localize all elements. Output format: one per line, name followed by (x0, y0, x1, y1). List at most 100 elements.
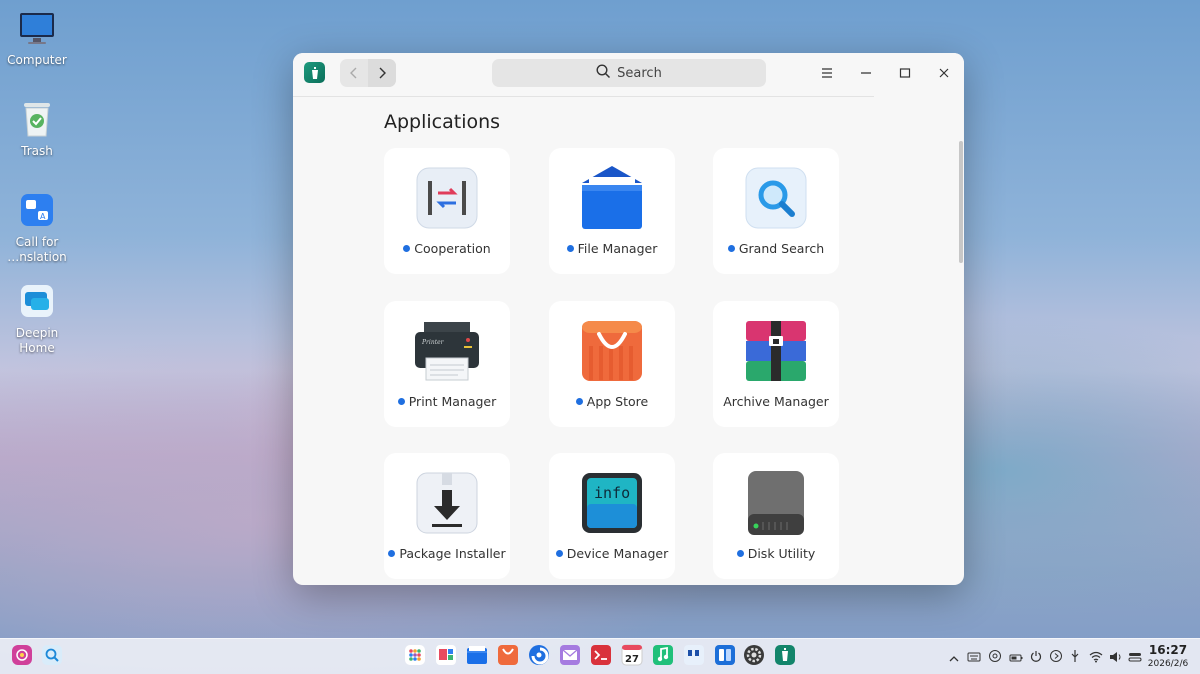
print-manager-icon: Printer (414, 318, 480, 384)
taskbar-quote-app[interactable] (682, 645, 706, 669)
taskbar-browser[interactable] (527, 645, 551, 669)
chevron-left-icon (349, 64, 359, 83)
phone-transfer-icon (714, 644, 736, 670)
app-launcher-window: Search Applications Cooperation File Man… (293, 53, 964, 585)
cooperation-icon (414, 165, 480, 231)
app-store-icon (579, 318, 645, 384)
volume-icon (1109, 648, 1123, 667)
app-card-app-store[interactable]: App Store (549, 301, 675, 427)
navigation-buttons (340, 59, 396, 87)
taskbar-file-manager[interactable] (465, 645, 489, 669)
app-card-disk-utility[interactable]: Disk Utility (713, 453, 839, 579)
tray-media[interactable] (1048, 649, 1064, 665)
desktop-label: Deepin Home (15, 326, 59, 355)
app-card-archive-manager[interactable]: Archive Manager (713, 301, 839, 427)
app-card-grand-search[interactable]: Grand Search (713, 148, 839, 274)
keyboard-icon (967, 648, 981, 667)
calendar-icon: 27 (621, 644, 643, 670)
tray-notification[interactable] (987, 649, 1003, 665)
search-input[interactable]: Search (492, 59, 766, 87)
svg-text:A: A (40, 212, 46, 221)
new-app-indicator (736, 550, 744, 557)
desktop-icon-trash[interactable]: Trash (0, 99, 74, 159)
search-icon (41, 644, 63, 670)
close-icon (938, 64, 950, 83)
file-manager-icon (579, 165, 645, 231)
translation-icon: A (17, 190, 57, 230)
chevron-up-icon (949, 648, 959, 667)
forward-button[interactable] (368, 59, 396, 87)
app-label: Package Installer (388, 546, 506, 561)
app-card-package-installer[interactable]: Package Installer (384, 453, 510, 579)
multitask-icon (435, 644, 457, 670)
new-app-indicator (575, 398, 583, 405)
clock-time: 16:27 (1148, 643, 1188, 657)
taskbar: 27 16:27 2026/2/6 (0, 638, 1200, 674)
gear-icon (743, 644, 765, 670)
app-logo-icon (304, 62, 325, 83)
desktop-label: Trash (21, 144, 53, 158)
usb-icon (1069, 648, 1081, 667)
tray-wifi[interactable] (1088, 649, 1104, 665)
mail-icon (559, 644, 581, 670)
media-icon (1049, 648, 1063, 667)
launcher-button[interactable] (10, 645, 34, 669)
taskbar-music[interactable] (651, 645, 675, 669)
minimize-button[interactable] (856, 63, 876, 83)
menu-button[interactable] (817, 63, 837, 83)
music-icon (652, 644, 674, 670)
tray-volume[interactable] (1108, 649, 1124, 665)
search-button[interactable] (40, 645, 64, 669)
tray-keyboard[interactable] (966, 649, 982, 665)
app-card-cooperation[interactable]: Cooperation (384, 148, 510, 274)
terminal-icon (590, 644, 612, 670)
app-logo-icon (774, 644, 796, 670)
tray-battery[interactable] (1008, 649, 1024, 665)
search-placeholder: Search (617, 65, 662, 81)
app-label: Grand Search (727, 241, 824, 256)
notification-icon (988, 648, 1002, 667)
clock[interactable]: 16:27 2026/2/6 (1140, 643, 1196, 670)
app-store-icon (497, 644, 519, 670)
trash-icon (17, 99, 57, 139)
app-label: App Store (575, 394, 648, 409)
taskbar-calendar[interactable]: 27 (620, 644, 644, 670)
app-card-device-manager[interactable]: info Device Manager (549, 453, 675, 579)
taskbar-terminal[interactable] (589, 645, 613, 669)
svg-text:27: 27 (625, 654, 639, 665)
tray-power[interactable] (1028, 649, 1044, 665)
app-label: Disk Utility (736, 546, 815, 561)
taskbar-device-app[interactable] (713, 645, 737, 669)
back-button[interactable] (340, 59, 368, 87)
new-app-indicator (388, 550, 396, 557)
taskbar-multitask-view[interactable] (434, 645, 458, 669)
new-app-indicator (397, 398, 405, 405)
scrollbar[interactable] (959, 141, 963, 263)
launcher-icon (11, 644, 33, 670)
search-icon (596, 63, 611, 83)
app-label: File Manager (566, 241, 657, 256)
app-label: Print Manager (397, 394, 496, 409)
desktop-icon-translation[interactable]: A Call for …nslation (0, 190, 74, 265)
desktop-icon-computer[interactable]: Computer (0, 8, 74, 68)
app-grid-icon (404, 644, 426, 670)
computer-icon (17, 8, 57, 48)
close-button[interactable] (934, 63, 954, 83)
titlebar: Search (293, 53, 964, 93)
taskbar-settings[interactable] (742, 645, 766, 669)
taskbar-app-launcher[interactable] (403, 645, 427, 669)
app-card-file-manager[interactable]: File Manager (549, 148, 675, 274)
taskbar-mail[interactable] (558, 645, 582, 669)
wifi-icon (1089, 648, 1103, 667)
quote-icon (683, 644, 705, 670)
maximize-button[interactable] (895, 63, 915, 83)
maximize-icon (899, 64, 911, 83)
taskbar-active-app[interactable] (773, 645, 797, 669)
new-app-indicator (403, 245, 411, 252)
app-card-print-manager[interactable]: Printer Print Manager (384, 301, 510, 427)
tray-usb[interactable] (1067, 649, 1083, 665)
desktop-icon-deepin-home[interactable]: Deepin Home (0, 281, 74, 356)
file-manager-icon (466, 644, 488, 670)
tray-expand-button[interactable] (946, 649, 962, 665)
taskbar-app-store[interactable] (496, 645, 520, 669)
